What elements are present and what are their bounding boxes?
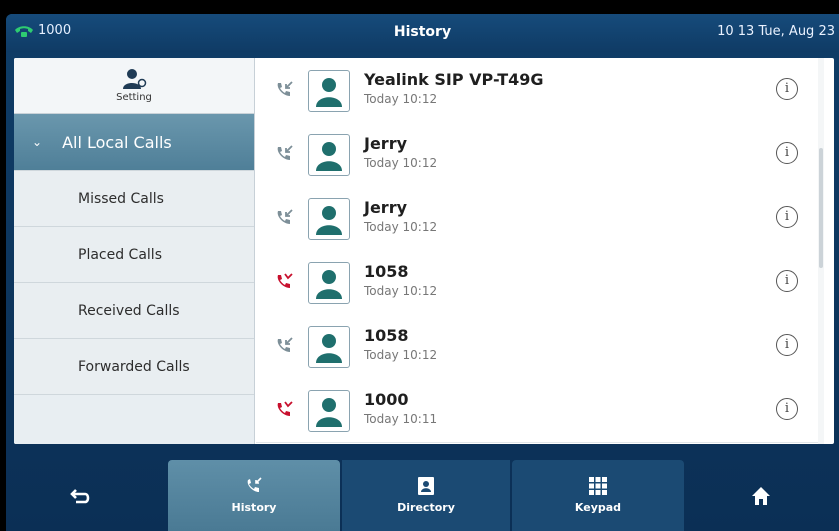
call-row[interactable]: 1058 Today 10:12 i — [256, 314, 824, 379]
avatar-icon — [308, 390, 350, 432]
call-row[interactable]: 1058 Today 10:12 i — [256, 250, 824, 315]
setting-icon — [123, 69, 147, 89]
info-icon[interactable]: i — [776, 270, 798, 292]
directory-label: Directory — [397, 501, 455, 514]
status-bar: 1000 History 10 13 Tue, Aug 23 — [6, 14, 839, 52]
scrollbar[interactable] — [818, 58, 824, 444]
received-call-icon — [277, 209, 293, 224]
avatar-icon — [308, 134, 350, 176]
call-time: Today 10:12 — [364, 220, 438, 234]
sidebar-item-placed-calls[interactable]: Placed Calls — [14, 227, 254, 283]
sidebar: Setting ⌄ All Local Calls Missed Calls P… — [14, 58, 255, 444]
received-call-icon — [277, 81, 293, 96]
missed-call-icon — [277, 273, 293, 288]
info-icon[interactable]: i — [776, 334, 798, 356]
keypad-button[interactable]: Keypad — [512, 460, 684, 531]
avatar-icon — [308, 262, 350, 304]
avatar-icon — [308, 70, 350, 112]
call-time: Today 10:12 — [364, 284, 438, 298]
directory-icon — [418, 477, 434, 495]
sidebar-item-label: Received Calls — [78, 302, 180, 319]
call-name: 1000 — [364, 390, 409, 409]
phone-screen: 1000 History 10 13 Tue, Aug 23 Setting ⌄… — [6, 14, 839, 531]
sidebar-item-all-local-calls[interactable]: ⌄ All Local Calls — [14, 114, 254, 171]
missed-call-icon — [277, 401, 293, 416]
call-row[interactable]: 1000 Today 10:11 i — [256, 378, 824, 443]
history-panel: Setting ⌄ All Local Calls Missed Calls P… — [14, 58, 834, 444]
sidebar-item-forwarded-calls[interactable]: Forwarded Calls — [14, 339, 254, 395]
bottom-toolbar: History Directory Keypad — [6, 454, 839, 531]
call-name: 1058 — [364, 262, 409, 281]
call-time: Today 10:12 — [364, 348, 438, 362]
call-row[interactable]: Jerry Today 10:12 i — [256, 186, 824, 251]
keypad-icon — [589, 477, 607, 495]
call-time: Today 10:11 — [364, 412, 438, 426]
history-button[interactable]: History — [168, 460, 340, 531]
datetime: 10 13 Tue, Aug 23 — [717, 24, 835, 39]
received-call-icon — [277, 337, 293, 352]
home-icon — [752, 486, 770, 505]
device-frame: 1000 History 10 13 Tue, Aug 23 Setting ⌄… — [0, 0, 839, 531]
sidebar-item-label: Placed Calls — [78, 246, 162, 263]
call-name: Jerry — [364, 134, 408, 153]
back-icon — [70, 488, 90, 503]
received-call-icon — [277, 145, 293, 160]
info-icon[interactable]: i — [776, 142, 798, 164]
keypad-label: Keypad — [574, 501, 622, 514]
call-time: Today 10:12 — [364, 156, 438, 170]
sidebar-item-missed-calls[interactable]: Missed Calls — [14, 171, 254, 227]
setting-label: Setting — [116, 92, 152, 103]
avatar-icon — [308, 326, 350, 368]
call-row[interactable]: Jerry Today 10:12 i — [256, 122, 824, 187]
avatar-icon — [308, 198, 350, 240]
scrollbar-thumb[interactable] — [819, 148, 823, 268]
back-button[interactable] — [6, 460, 156, 531]
chevron-down-icon: ⌄ — [32, 135, 43, 149]
home-button[interactable] — [686, 460, 836, 531]
call-time: Today 10:12 — [364, 92, 438, 106]
call-name: Yealink SIP VP-T49G — [364, 70, 544, 89]
sidebar-item-label: All Local Calls — [62, 132, 172, 152]
page-title: History — [393, 24, 452, 40]
info-icon[interactable]: i — [776, 206, 798, 228]
sidebar-item-label: Forwarded Calls — [78, 358, 190, 375]
history-label: History — [231, 501, 277, 514]
call-list: Yealink SIP VP-T49G Today 10:12 i Jerry … — [256, 58, 824, 444]
call-name: 1058 — [364, 326, 409, 345]
sidebar-item-received-calls[interactable]: Received Calls — [14, 283, 254, 339]
call-row[interactable]: Yealink SIP VP-T49G Today 10:12 i — [256, 58, 824, 123]
directory-button[interactable]: Directory — [342, 460, 510, 531]
setting-button[interactable]: Setting — [14, 58, 254, 114]
history-icon — [247, 477, 262, 492]
info-icon[interactable]: i — [776, 398, 798, 420]
info-icon[interactable]: i — [776, 78, 798, 100]
sidebar-item-label: Missed Calls — [78, 190, 164, 207]
call-name: Jerry — [364, 198, 408, 217]
